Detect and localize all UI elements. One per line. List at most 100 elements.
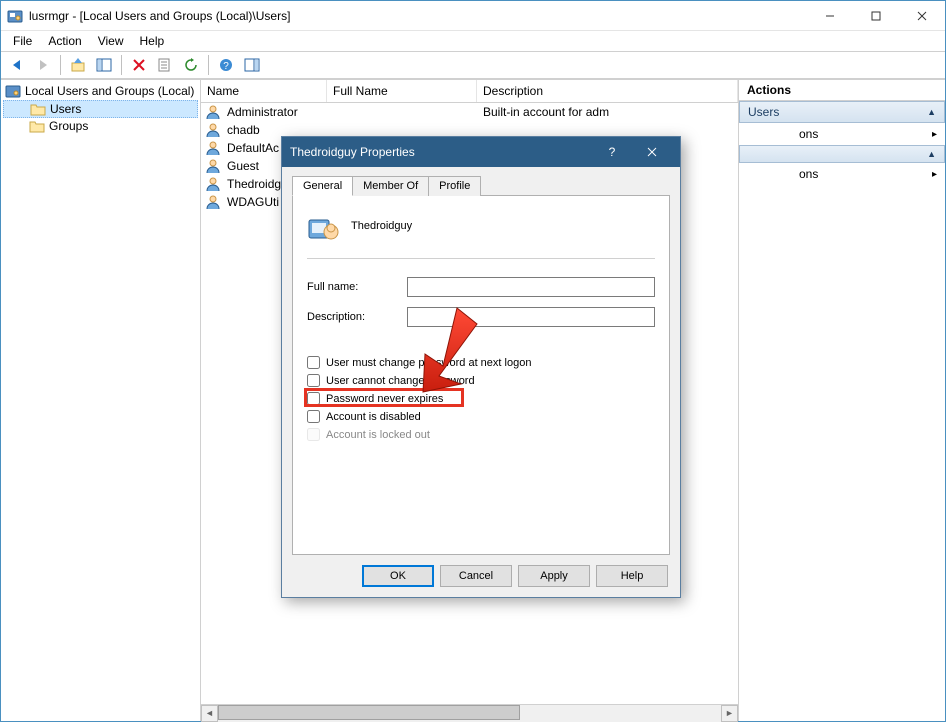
- tree-root-label: Local Users and Groups (Local): [25, 84, 194, 98]
- checkbox-input[interactable]: [307, 410, 320, 423]
- fullname-input[interactable]: [407, 277, 655, 297]
- tree-node-groups[interactable]: Groups: [3, 118, 198, 134]
- checkbox-label: Account is locked out: [326, 429, 430, 441]
- app-icon: [7, 8, 23, 24]
- close-button[interactable]: [899, 1, 945, 31]
- actions-pane: Actions Users ▲ ons ▸ ▲ ons ▸: [739, 80, 945, 721]
- properties-button[interactable]: [153, 53, 177, 77]
- show-hide-action-pane-button[interactable]: [240, 53, 264, 77]
- menu-view[interactable]: View: [90, 32, 132, 50]
- actions-group-label: Users: [748, 105, 779, 119]
- show-hide-tree-button[interactable]: [92, 53, 116, 77]
- cell-description: Built-in account for adm: [477, 104, 738, 120]
- properties-dialog: Thedroidguy Properties ? General Member …: [281, 136, 681, 598]
- actions-item-more-actions-2[interactable]: ons ▸: [739, 163, 945, 185]
- submenu-arrow-icon: ▸: [932, 169, 937, 180]
- folder-icon: [30, 102, 46, 116]
- svg-text:?: ?: [223, 61, 229, 72]
- tree-root[interactable]: Local Users and Groups (Local): [3, 82, 198, 100]
- menu-file[interactable]: File: [5, 32, 40, 50]
- account-disabled-checkbox[interactable]: Account is disabled: [307, 410, 655, 423]
- tab-general[interactable]: General: [292, 176, 353, 196]
- column-header-fullname[interactable]: Full Name: [327, 80, 477, 102]
- scroll-left-button[interactable]: ◄: [201, 705, 218, 722]
- help-button[interactable]: ?: [214, 53, 238, 77]
- account-locked-checkbox: Account is locked out: [307, 428, 655, 441]
- checkbox-input[interactable]: [307, 356, 320, 369]
- collapse-icon: ▲: [927, 107, 936, 117]
- actions-pane-title: Actions: [739, 80, 945, 101]
- window-title: lusrmgr - [Local Users and Groups (Local…: [29, 9, 290, 23]
- actions-item-label: ons: [799, 127, 818, 141]
- dialog-button-row: OK Cancel Apply Help: [282, 555, 680, 597]
- dialog-help-button[interactable]: ?: [592, 137, 632, 167]
- menu-help[interactable]: Help: [132, 32, 173, 50]
- menu-action[interactable]: Action: [40, 32, 89, 50]
- cell-name: Administrator: [221, 104, 327, 120]
- cannot-change-password-checkbox[interactable]: User cannot change password: [307, 374, 655, 387]
- fullname-label: Full name:: [307, 281, 407, 293]
- dialog-close-button[interactable]: [632, 137, 672, 167]
- user-icon: [307, 210, 339, 242]
- dialog-titlebar[interactable]: Thedroidguy Properties ?: [282, 137, 680, 167]
- scroll-track[interactable]: [218, 705, 721, 722]
- cancel-button[interactable]: Cancel: [440, 565, 512, 587]
- dialog-title: Thedroidguy Properties: [290, 145, 415, 159]
- checkbox-input: [307, 428, 320, 441]
- menu-bar: File Action View Help: [1, 31, 945, 51]
- tree-pane[interactable]: Local Users and Groups (Local) Users Gro…: [1, 80, 201, 721]
- user-icon: [205, 104, 221, 120]
- password-never-expires-checkbox[interactable]: Password never expires: [307, 392, 655, 405]
- help-button[interactable]: Help: [596, 565, 668, 587]
- toolbar: ?: [1, 51, 945, 79]
- forward-button[interactable]: [31, 53, 55, 77]
- actions-item-more-actions[interactable]: ons ▸: [739, 123, 945, 145]
- checkbox-input[interactable]: [307, 374, 320, 387]
- minimize-button[interactable]: [807, 1, 853, 31]
- actions-item-label: ons: [799, 167, 818, 181]
- user-icon: [205, 140, 221, 156]
- tab-panel-general: Thedroidguy Full name: Description: User…: [292, 196, 670, 555]
- tree-node-label: Groups: [49, 119, 88, 133]
- column-header-description[interactable]: Description: [477, 80, 738, 102]
- column-header-name[interactable]: Name: [201, 80, 327, 102]
- tab-member-of[interactable]: Member Of: [352, 176, 429, 196]
- cell-description: [477, 129, 738, 131]
- user-icon: [205, 158, 221, 174]
- dialog-tabstrip: General Member Of Profile: [292, 175, 670, 196]
- tree-node-label: Users: [50, 102, 81, 116]
- folder-icon: [29, 119, 45, 133]
- table-row[interactable]: Administrator Built-in account for adm: [201, 103, 738, 121]
- back-button[interactable]: [5, 53, 29, 77]
- actions-group-header-users[interactable]: Users ▲: [739, 101, 945, 123]
- checkbox-label: Account is disabled: [326, 411, 421, 423]
- dialog-user-display: Thedroidguy: [351, 220, 412, 232]
- submenu-arrow-icon: ▸: [932, 129, 937, 140]
- actions-group-header-selected[interactable]: ▲: [739, 145, 945, 163]
- checkbox-label: Password never expires: [326, 393, 443, 405]
- scroll-right-button[interactable]: ►: [721, 705, 738, 722]
- must-change-password-checkbox[interactable]: User must change password at next logon: [307, 356, 655, 369]
- checkbox-label: User cannot change password: [326, 375, 475, 387]
- description-input[interactable]: [407, 307, 655, 327]
- delete-button[interactable]: [127, 53, 151, 77]
- checkbox-label: User must change password at next logon: [326, 357, 531, 369]
- refresh-button[interactable]: [179, 53, 203, 77]
- window-titlebar: lusrmgr - [Local Users and Groups (Local…: [1, 1, 945, 31]
- user-icon: [205, 176, 221, 192]
- collapse-icon: ▲: [927, 149, 936, 159]
- checkbox-input[interactable]: [307, 392, 320, 405]
- up-button[interactable]: [66, 53, 90, 77]
- apply-button[interactable]: Apply: [518, 565, 590, 587]
- app-icon-small: [5, 83, 21, 99]
- tree-node-users[interactable]: Users: [3, 100, 198, 118]
- list-header: Name Full Name Description: [201, 80, 738, 103]
- ok-button[interactable]: OK: [362, 565, 434, 587]
- cell-fullname: [327, 111, 477, 113]
- maximize-button[interactable]: [853, 1, 899, 31]
- scroll-thumb[interactable]: [218, 705, 520, 720]
- user-icon: [205, 122, 221, 138]
- tab-profile[interactable]: Profile: [428, 176, 481, 196]
- horizontal-scrollbar[interactable]: ◄ ►: [201, 704, 738, 721]
- user-icon: [205, 194, 221, 210]
